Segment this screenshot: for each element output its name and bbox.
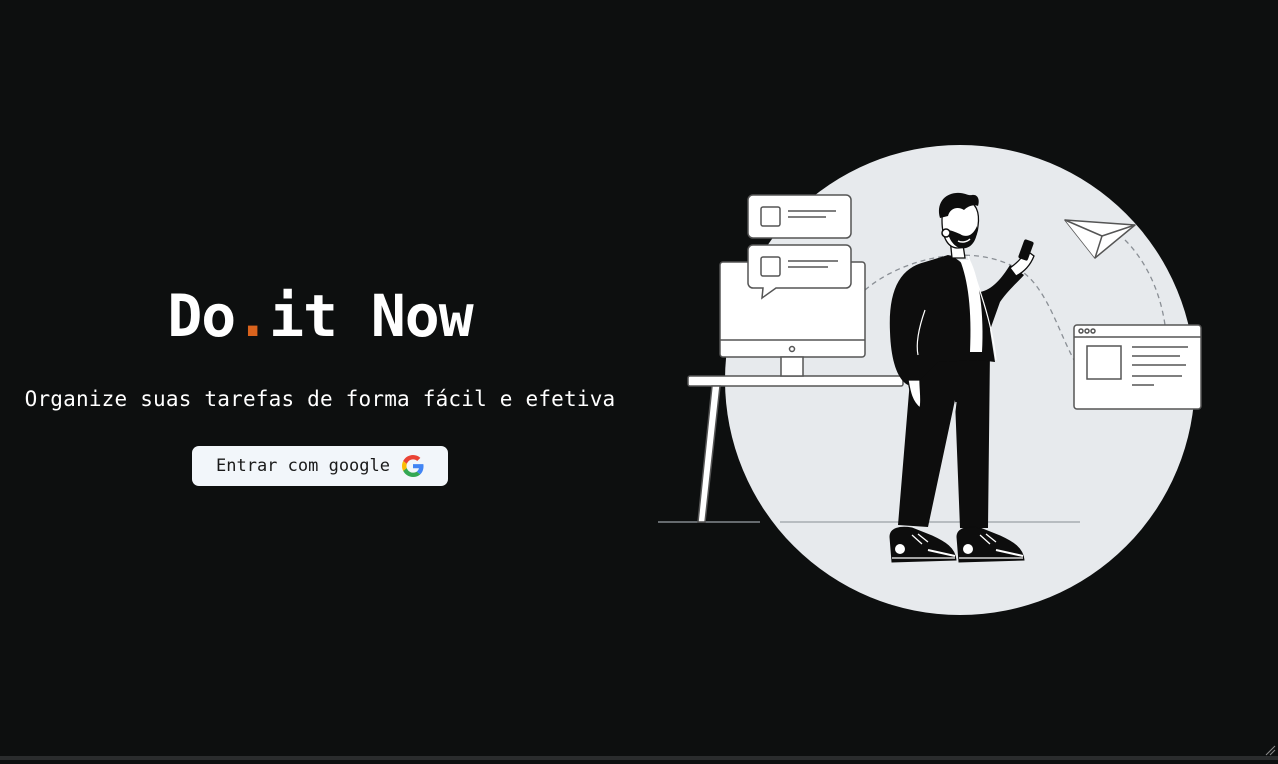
chat-bubble-icon [747,194,852,239]
resize-grip-icon[interactable] [1264,744,1276,756]
landing-hero: Do.it Now Organize suas tarefas de forma… [0,0,1278,760]
hero-text-block: Do.it Now Organize suas tarefas de forma… [0,278,640,486]
person-with-phone-illustration [658,145,1202,615]
logo-part-itnow: it Now [269,282,474,350]
google-login-label: Entrar com google [216,456,390,476]
logo-dot: . [235,282,270,350]
hero-tagline: Organize suas tarefas de forma fácil e e… [24,387,616,411]
logo-part-do: Do [167,282,236,350]
google-icon [402,455,424,477]
window-bottom-bar [0,756,1278,760]
browser-window-icon [1073,324,1202,410]
google-login-button[interactable]: Entrar com google [192,446,448,486]
app-logo: Do.it Now [0,278,640,354]
